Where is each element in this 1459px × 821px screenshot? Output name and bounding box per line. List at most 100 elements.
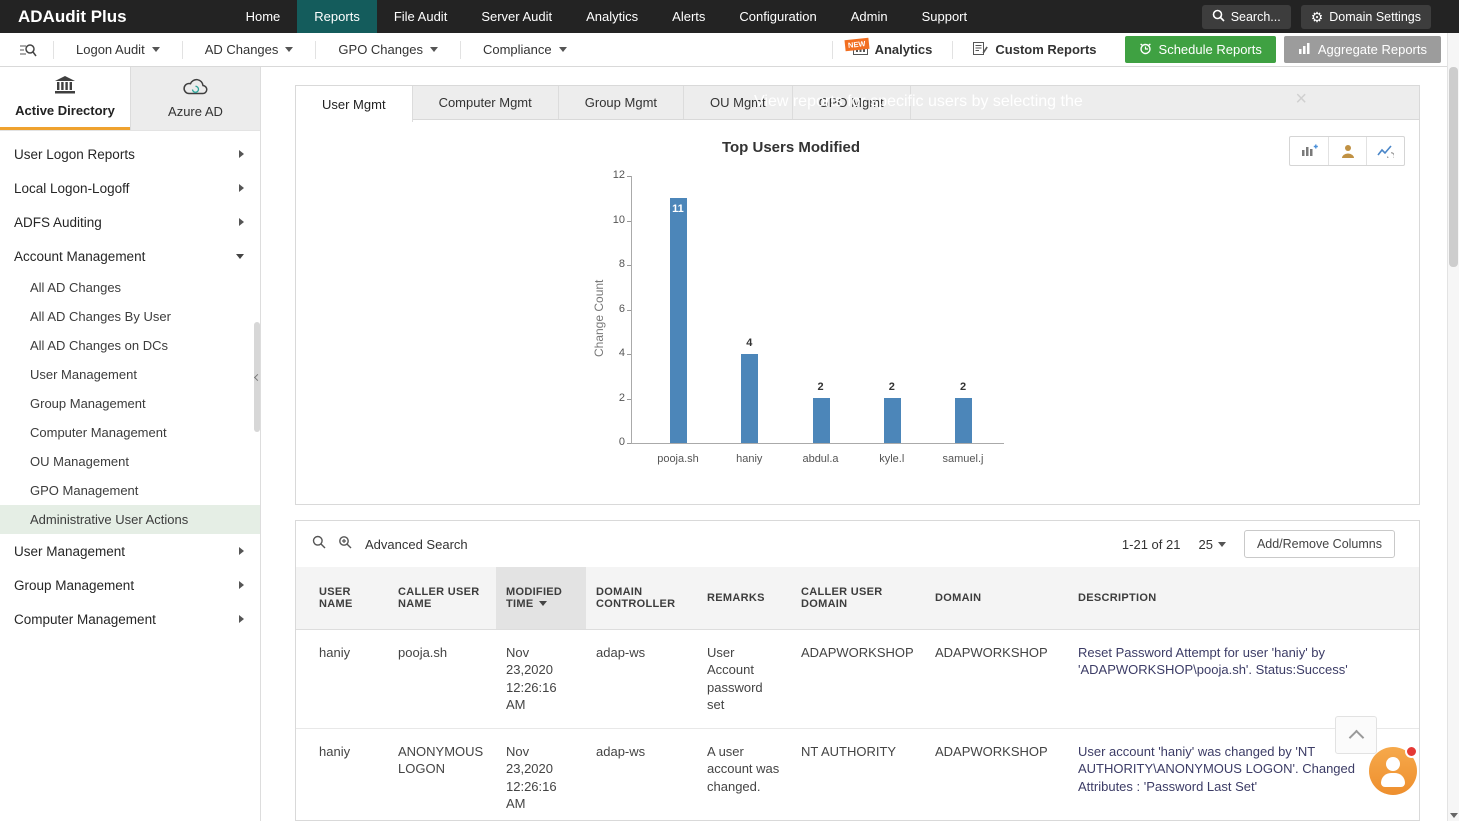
- sidebar-item-computer-management[interactable]: Computer Management: [0, 602, 260, 636]
- column-header-user-name[interactable]: USER NAME: [296, 567, 388, 630]
- topnav-item-reports[interactable]: Reports: [297, 0, 377, 33]
- sidebar-item-user-management[interactable]: User Management: [0, 534, 260, 568]
- sidebar-subitem-administrative-user-actions[interactable]: Administrative User Actions: [0, 505, 260, 534]
- domain-settings-button[interactable]: ⚙ Domain Settings: [1300, 4, 1431, 29]
- topnav-item-home[interactable]: Home: [229, 0, 298, 33]
- chart-bar[interactable]: [812, 398, 830, 443]
- sidebar-subitem-all-ad-changes-on-dcs[interactable]: All AD Changes on DCs: [0, 331, 260, 360]
- x-axis-label: samuel.j: [942, 453, 984, 465]
- bar-value-label: 11: [672, 203, 684, 215]
- chevron-down-icon: [429, 47, 438, 52]
- aggregate-reports-button[interactable]: Aggregate Reports: [1283, 36, 1441, 63]
- report-dropdowns: Logon Audit AD Changes GPO Changes Complian…: [54, 40, 589, 59]
- y-axis-tick: 8: [618, 258, 625, 270]
- tab-gpo-mgmt[interactable]: GPO Mgmt: [793, 86, 911, 119]
- column-header-caller-user-domain[interactable]: CALLER USER DOMAIN: [791, 567, 925, 630]
- topnav-item-configuration[interactable]: Configuration: [722, 0, 833, 33]
- column-header-remarks[interactable]: REMARKS: [697, 567, 791, 630]
- custom-reports-button[interactable]: Custom Reports: [959, 41, 1110, 58]
- page-scrollbar[interactable]: [1447, 33, 1459, 821]
- analytics-label: Analytics: [874, 42, 933, 57]
- dropdown-compliance[interactable]: Compliance: [461, 42, 589, 57]
- dropdown-logon-audit[interactable]: Logon Audit: [54, 42, 182, 57]
- report-search-icon[interactable]: [20, 43, 37, 57]
- sidebar-subitem-user-management[interactable]: User Management: [0, 360, 260, 389]
- page-size-select[interactable]: 25: [1198, 537, 1226, 552]
- column-header-domain-controller[interactable]: DOMAIN CONTROLLER: [586, 567, 697, 630]
- sidebar-subitem-ou-management[interactable]: OU Management: [0, 447, 260, 476]
- x-axis-label: kyle.l: [879, 453, 905, 465]
- domain-settings-label: Domain Settings: [1329, 9, 1421, 24]
- divider: [952, 40, 954, 59]
- tab-computer-mgmt[interactable]: Computer Mgmt: [413, 86, 559, 119]
- column-header-label: REMARKS: [707, 591, 765, 604]
- sidebar-subitem-computer-management[interactable]: Computer Management: [0, 418, 260, 447]
- advanced-search-label[interactable]: Advanced Search: [365, 537, 468, 552]
- sidebar-subitem-group-management[interactable]: Group Management: [0, 389, 260, 418]
- column-header-modified-time[interactable]: MODIFIED TIME: [496, 567, 586, 630]
- topnav-item-admin[interactable]: Admin: [834, 0, 905, 33]
- add-chart-icon[interactable]: [1290, 137, 1328, 165]
- sidebar-item-group-management[interactable]: Group Management: [0, 568, 260, 602]
- tab-group-mgmt[interactable]: Group Mgmt: [559, 86, 685, 119]
- topnav-item-file-audit[interactable]: File Audit: [377, 0, 464, 33]
- close-icon[interactable]: [1295, 89, 1307, 109]
- chevron-down-icon: [236, 253, 244, 259]
- table-row[interactable]: haniy ANONYMOUS LOGON Nov 23,2020 12:26:16…: [296, 728, 1419, 820]
- tab-ou-mgmt[interactable]: OU Mgmt: [684, 86, 793, 119]
- scroll-to-top-button[interactable]: [1335, 716, 1377, 754]
- topnav-item-alerts[interactable]: Alerts: [655, 0, 722, 33]
- table-search-icon[interactable]: [312, 535, 326, 554]
- table-row[interactable]: haniy pooja.sh Nov 23,2020 12:26:16 AM adap…: [296, 629, 1419, 729]
- advanced-search-icon[interactable]: [338, 535, 353, 554]
- add-remove-columns-button[interactable]: Add/Remove Columns: [1243, 530, 1395, 558]
- global-search-button[interactable]: Search...: [1201, 4, 1291, 29]
- topnav-item-analytics[interactable]: Analytics: [569, 0, 655, 33]
- column-header-caller-user-name[interactable]: CALLER USER NAME: [388, 567, 496, 630]
- sidebar-subitem-all-ad-changes-by-user[interactable]: All AD Changes By User: [0, 302, 260, 331]
- sidebar-subitem-all-ad-changes[interactable]: All AD Changes: [0, 273, 260, 302]
- y-axis-tick: 12: [612, 169, 625, 181]
- y-axis-title: Change Count: [592, 279, 606, 357]
- building-icon: [55, 76, 75, 97]
- chevron-right-icon: [239, 150, 244, 158]
- tab-user-mgmt[interactable]: User Mgmt: [296, 86, 413, 122]
- table-toolbar-right: 1-21 of 21 25 Add/Remove Columns: [1122, 530, 1395, 558]
- trend-refresh-icon[interactable]: [1366, 137, 1404, 165]
- column-header-description[interactable]: DESCRIPTION: [1068, 567, 1419, 630]
- dropdown-gpo-changes[interactable]: GPO Changes: [316, 42, 460, 57]
- table-toolbar: Advanced Search 1-21 of 21 25 Add/Remove…: [296, 521, 1419, 567]
- sidebar-item-local-logon-logoff[interactable]: Local Logon-Logoff: [0, 171, 260, 205]
- sidebar-item-adfs-auditing[interactable]: ADFS Auditing: [0, 205, 260, 239]
- chart-bar[interactable]: [741, 354, 759, 443]
- scrollbar-down-arrow[interactable]: [1450, 813, 1458, 818]
- chevron-down-icon: [558, 47, 567, 52]
- main-content: User Mgmt Computer Mgmt Group Mgmt OU Mgmt G…: [262, 67, 1447, 821]
- column-header-domain[interactable]: DOMAIN: [925, 567, 1068, 630]
- tab-azure-ad[interactable]: Azure AD: [130, 67, 260, 130]
- sidebar-subitem-gpo-management[interactable]: GPO Management: [0, 476, 260, 505]
- table-header-row: USER NAME CALLER USER NAME MODIFIED TIME DO…: [296, 567, 1419, 630]
- app-logo[interactable]: ADAudit Plus: [0, 0, 145, 33]
- user-icon[interactable]: [1328, 137, 1366, 165]
- y-tick-mark: [627, 354, 631, 355]
- cell-caller-user-name: pooja.sh: [388, 629, 496, 729]
- analytics-button[interactable]: NEW Analytics: [839, 37, 947, 58]
- aggregate-bars-icon: [1298, 42, 1311, 58]
- topnav-item-support[interactable]: Support: [905, 0, 985, 33]
- tab-active-directory[interactable]: Active Directory: [0, 67, 130, 130]
- sidebar-item-user-logon-reports[interactable]: User Logon Reports: [0, 137, 260, 171]
- sidebar-collapse-handle[interactable]: [253, 322, 261, 432]
- scrollbar-thumb[interactable]: [1449, 67, 1458, 267]
- chart-bar[interactable]: [670, 198, 687, 443]
- topnav-item-server-audit[interactable]: Server Audit: [464, 0, 569, 33]
- chart-bar[interactable]: [955, 398, 972, 443]
- dropdown-ad-changes[interactable]: AD Changes: [183, 42, 316, 57]
- sidebar-item-account-management[interactable]: Account Management: [0, 239, 260, 273]
- chart-bar[interactable]: [883, 398, 901, 443]
- schedule-reports-button[interactable]: Schedule Reports: [1124, 36, 1276, 63]
- search-icon: [1212, 9, 1225, 25]
- column-header-label: MODIFIED TIME: [506, 585, 563, 610]
- support-chat-button[interactable]: [1369, 745, 1418, 795]
- column-header-label: USER NAME: [319, 585, 353, 610]
